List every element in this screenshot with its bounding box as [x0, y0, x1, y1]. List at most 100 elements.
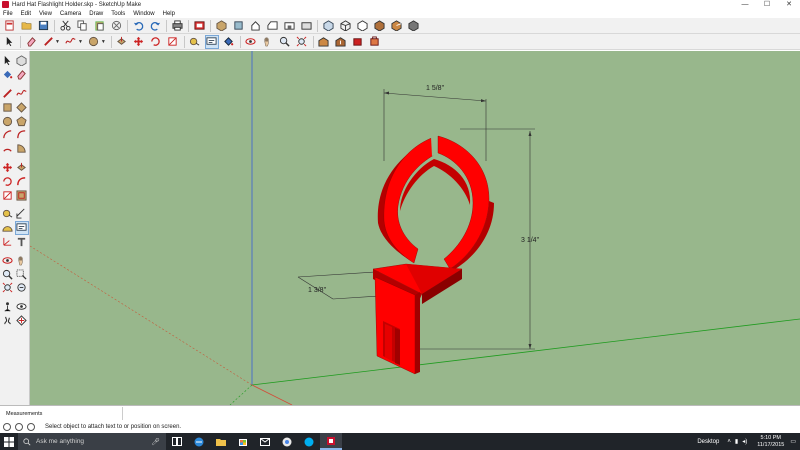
volume-icon[interactable]: ◂) — [742, 438, 747, 445]
freehand-icon[interactable] — [65, 36, 77, 48]
print-icon[interactable] — [171, 20, 183, 32]
extension-manager-icon[interactable] — [369, 36, 381, 48]
orbit-icon[interactable] — [245, 36, 257, 48]
menu-help[interactable]: Help — [163, 11, 175, 17]
task-view-icon[interactable] — [166, 433, 188, 450]
help-icon[interactable] — [27, 422, 35, 431]
store-icon[interactable] — [232, 433, 254, 450]
chevron-down-icon[interactable]: ▼ — [101, 39, 106, 45]
network-icon[interactable]: ▮ — [735, 438, 738, 445]
skype-icon[interactable] — [298, 433, 320, 450]
maximize-button[interactable]: ☐ — [756, 0, 778, 9]
chevron-up-icon[interactable]: ˄ — [727, 439, 731, 445]
extension-warehouse-icon[interactable] — [352, 36, 364, 48]
file-explorer-icon[interactable] — [210, 433, 232, 450]
pan-hand-icon[interactable] — [262, 36, 274, 48]
undo-icon[interactable] — [132, 20, 144, 32]
menu-tools[interactable]: Tools — [111, 11, 125, 17]
erase-icon[interactable] — [110, 20, 122, 32]
menu-window[interactable]: Window — [133, 11, 154, 17]
left-view-icon[interactable] — [300, 20, 312, 32]
scale-icon[interactable] — [167, 36, 179, 48]
position-camera-icon[interactable] — [2, 301, 14, 313]
desktop-toolbar-label[interactable]: Desktop — [697, 439, 719, 445]
top-view-icon[interactable] — [232, 20, 244, 32]
orbit-icon[interactable] — [2, 254, 14, 266]
chevron-down-icon[interactable]: ▼ — [55, 39, 60, 45]
select-arrow-icon[interactable] — [3, 36, 15, 48]
shaded-style-icon[interactable] — [373, 20, 385, 32]
move-icon[interactable] — [2, 161, 14, 173]
wireframe-style-icon[interactable] — [339, 20, 351, 32]
iso-view-icon[interactable] — [215, 20, 227, 32]
paint-bucket-icon[interactable] — [223, 36, 235, 48]
edge-browser-icon[interactable] — [188, 433, 210, 450]
minimize-button[interactable]: — — [734, 0, 756, 9]
section-plane-icon[interactable] — [16, 314, 28, 326]
text-tool-icon[interactable] — [204, 34, 219, 49]
menu-draw[interactable]: Draw — [89, 11, 103, 17]
scale-icon[interactable] — [2, 189, 14, 201]
push-pull-icon[interactable] — [116, 36, 128, 48]
rotated-rectangle-icon[interactable] — [16, 101, 28, 113]
clock[interactable]: 5:10 PM 11/17/2015 — [757, 435, 784, 449]
line-pencil-icon[interactable] — [2, 87, 14, 99]
menu-edit[interactable]: Edit — [21, 11, 31, 17]
text-tool-icon[interactable] — [14, 220, 29, 235]
new-file-icon[interactable] — [3, 20, 15, 32]
textured-style-icon[interactable] — [390, 20, 402, 32]
circle-icon[interactable] — [88, 36, 100, 48]
close-button[interactable]: ✕ — [778, 0, 800, 9]
axes-icon[interactable] — [2, 235, 14, 247]
circle-icon[interactable] — [2, 115, 14, 127]
follow-me-icon[interactable] — [16, 175, 28, 187]
arc-icon[interactable] — [2, 129, 14, 141]
protractor-icon[interactable] — [2, 222, 14, 234]
zoom-window-icon[interactable] — [16, 268, 28, 280]
menu-file[interactable]: File — [3, 11, 13, 17]
warehouse-icon[interactable] — [318, 36, 330, 48]
model-info-icon[interactable] — [193, 20, 205, 32]
make-component-icon[interactable] — [16, 55, 28, 67]
menu-view[interactable]: View — [39, 11, 52, 17]
rotate-icon[interactable] — [2, 175, 14, 187]
three-point-arc-icon[interactable] — [2, 143, 14, 155]
chrome-browser-icon[interactable] — [276, 433, 298, 450]
chevron-down-icon[interactable]: ▼ — [78, 39, 83, 45]
credits-icon[interactable] — [15, 422, 23, 431]
freehand-icon[interactable] — [16, 87, 28, 99]
two-point-arc-icon[interactable] — [16, 129, 28, 141]
push-pull-icon[interactable] — [16, 161, 28, 173]
select-arrow-icon[interactable] — [2, 55, 14, 67]
eraser-icon[interactable] — [16, 69, 28, 81]
zoom-icon[interactable] — [279, 36, 291, 48]
line-pencil-icon[interactable] — [42, 36, 54, 48]
cut-icon[interactable] — [59, 20, 71, 32]
model-viewport[interactable]: 1 5/8" 3 1/4" 1 3/8" — [30, 51, 800, 405]
menu-camera[interactable]: Camera — [60, 11, 81, 17]
pan-hand-icon[interactable] — [16, 254, 28, 266]
hidden-line-style-icon[interactable] — [356, 20, 368, 32]
open-folder-icon[interactable] — [20, 20, 32, 32]
right-view-icon[interactable] — [266, 20, 278, 32]
offset-icon[interactable] — [16, 189, 28, 201]
zoom-icon[interactable] — [2, 268, 14, 280]
microphone-icon[interactable]: 🎤︎ — [151, 438, 160, 446]
share-model-icon[interactable] — [335, 36, 347, 48]
walk-icon[interactable] — [2, 314, 14, 326]
look-around-icon[interactable] — [16, 301, 28, 313]
paste-icon[interactable] — [93, 20, 105, 32]
rectangle-icon[interactable] — [2, 101, 14, 113]
cortana-search-input[interactable]: Ask me anything 🎤︎ — [18, 433, 166, 450]
redo-icon[interactable] — [149, 20, 161, 32]
save-icon[interactable] — [37, 20, 49, 32]
windows-start-icon[interactable] — [0, 433, 18, 450]
rotate-icon[interactable] — [150, 36, 162, 48]
mail-icon[interactable] — [254, 433, 276, 450]
tape-measure-icon[interactable] — [2, 208, 14, 220]
geo-location-icon[interactable] — [3, 422, 11, 431]
notifications-icon[interactable]: ▭ — [790, 438, 796, 445]
sketchup-taskbar-icon[interactable] — [320, 433, 342, 450]
previous-view-icon[interactable] — [16, 282, 28, 294]
zoom-extents-icon[interactable] — [296, 36, 308, 48]
